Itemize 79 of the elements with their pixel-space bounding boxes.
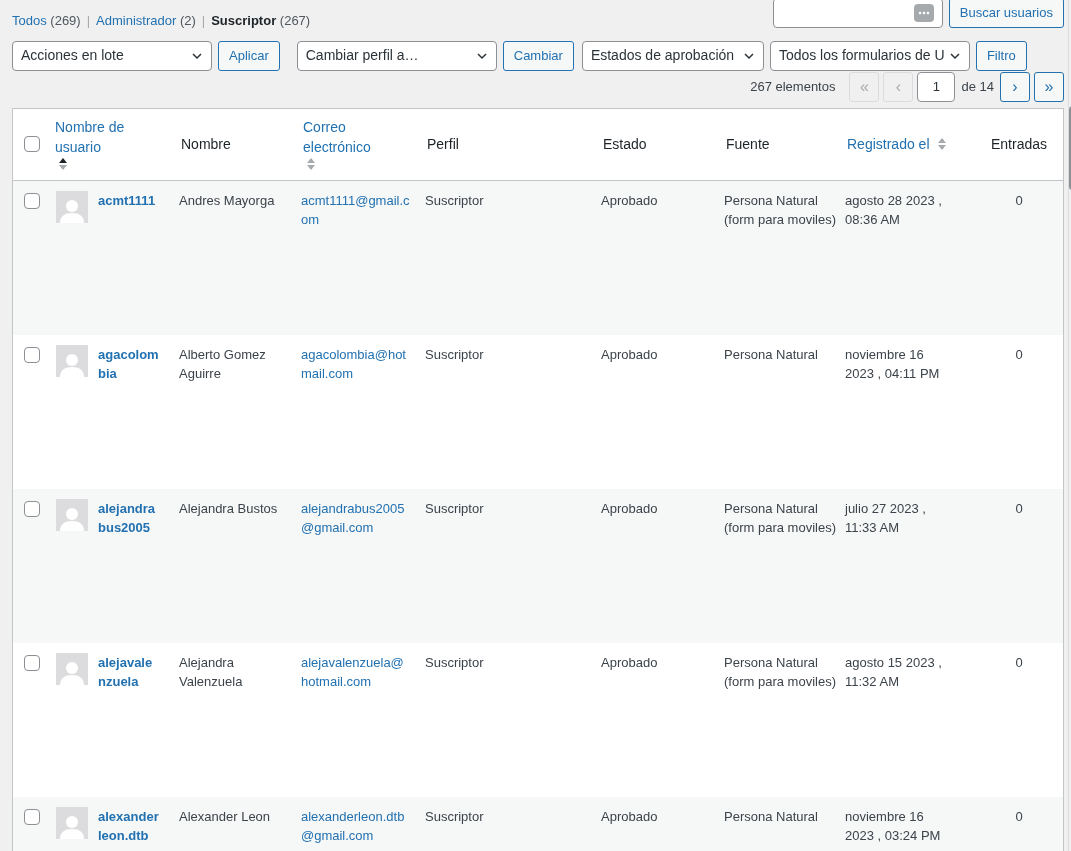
role-text: Suscriptor [425,192,484,208]
username-link[interactable]: acmt1111 [98,190,160,223]
password-manager-icon [913,4,934,22]
post-count: 0 [1015,345,1023,364]
avatar-placeholder [56,190,88,223]
search-field[interactable] [772,0,943,28]
registration-date: noviembre 16 2023 , 03:24 PM [845,808,941,843]
registration-date: julio 27 2023 , 11:33 AM [845,500,926,535]
page-number-field[interactable]: 1 [917,71,956,102]
separator: | [86,12,91,30]
registration-date: agosto 28 2023 , 08:36 AM [845,192,942,227]
separator: | [201,12,206,30]
full-name: Andres Mayorga [179,192,275,208]
column-header[interactable]: Registrado el [847,134,930,154]
post-count: 0 [1015,499,1023,518]
avatar-placeholder [56,806,88,839]
avatar-placeholder [56,344,88,377]
page-total: de 14 [961,77,994,96]
column-header: Nombre [181,135,232,154]
column-header: Estado [603,135,647,154]
source-text: Persona Natural [724,808,818,824]
source-text: Persona Natural (form para moviles) [724,192,836,227]
source-text: Persona Natural (form para moviles) [724,654,836,689]
username-link[interactable]: alejandrabus2005 [98,498,160,538]
status-text: Aprobado [601,192,658,208]
post-count: 0 [1015,807,1023,826]
action-button[interactable]: Aplicar [218,40,280,71]
dropdown-select[interactable]: Acciones en lote [12,40,212,71]
checkbox[interactable] [24,808,40,825]
checkbox[interactable] [24,654,40,671]
view-filter-link[interactable]: Suscriptor (267) [211,11,311,31]
role-text: Suscriptor [425,808,484,824]
status-text: Aprobado [601,808,658,824]
checkbox[interactable] [24,500,40,517]
avatar-placeholder [56,498,88,531]
view-filter-link[interactable]: Todos (269) [12,11,81,31]
full-name: Alberto Gomez Aguirre [179,346,266,381]
role-text: Suscriptor [425,500,484,516]
status-text: Aprobado [601,654,658,670]
dropdown-select[interactable]: Todos los formularios de U [769,40,970,71]
registration-date: noviembre 16 2023 , 04:11 PM [845,346,940,381]
column-header: Entradas [990,135,1047,154]
item-count: 267 elementos [750,77,836,96]
checkbox[interactable] [24,192,40,209]
action-button[interactable]: Buscar usuarios [948,0,1064,28]
action-button[interactable]: Filtro [975,40,1027,71]
status-text: Aprobado [601,500,658,516]
username-link[interactable]: alexanderleon.dtb [98,806,160,846]
last-page-button[interactable]: » [1034,71,1064,102]
action-button[interactable]: Cambiar [502,40,574,71]
full-name: Alexander Leon [179,808,271,824]
role-text: Suscriptor [425,346,484,362]
email-link[interactable]: alexanderleon.dtb@gmail.com [301,806,411,846]
next-page-button[interactable]: › [1000,71,1030,102]
dropdown-select[interactable]: Estados de aprobación [581,40,764,71]
column-header: Perfil [427,135,459,154]
full-name: Alejandra Valenzuela [179,654,243,689]
email-link[interactable]: acmt1111@gmail.com [301,190,411,230]
column-header[interactable]: Nombre de usuario [55,117,145,157]
email-link[interactable]: agacolombia@hotmail.com [301,344,411,384]
checkbox[interactable] [24,136,40,152]
post-count: 0 [1015,653,1023,672]
status-text: Aprobado [601,346,658,362]
avatar-placeholder [56,652,88,685]
username-link[interactable]: alejavalenzuela [98,652,160,692]
dropdown-select[interactable]: Cambiar perfil a… [296,40,497,71]
source-text: Persona Natural (form para moviles) [724,500,836,535]
role-text: Suscriptor [425,654,484,670]
registration-date: agosto 15 2023 , 11:32 AM [845,654,942,689]
checkbox[interactable] [24,346,40,363]
column-header: Fuente [726,135,770,154]
view-filter-link[interactable]: Administrador (2) [96,11,196,31]
column-header[interactable]: Correo electrónico [303,117,393,157]
username-link[interactable]: agacolombia [98,344,160,384]
email-link[interactable]: alejandrabus2005@gmail.com [301,498,411,538]
source-text: Persona Natural [724,346,818,362]
email-link[interactable]: alejavalenzuela@hotmail.com [301,652,411,692]
full-name: Alejandra Bustos [179,500,278,516]
post-count: 0 [1015,191,1023,210]
